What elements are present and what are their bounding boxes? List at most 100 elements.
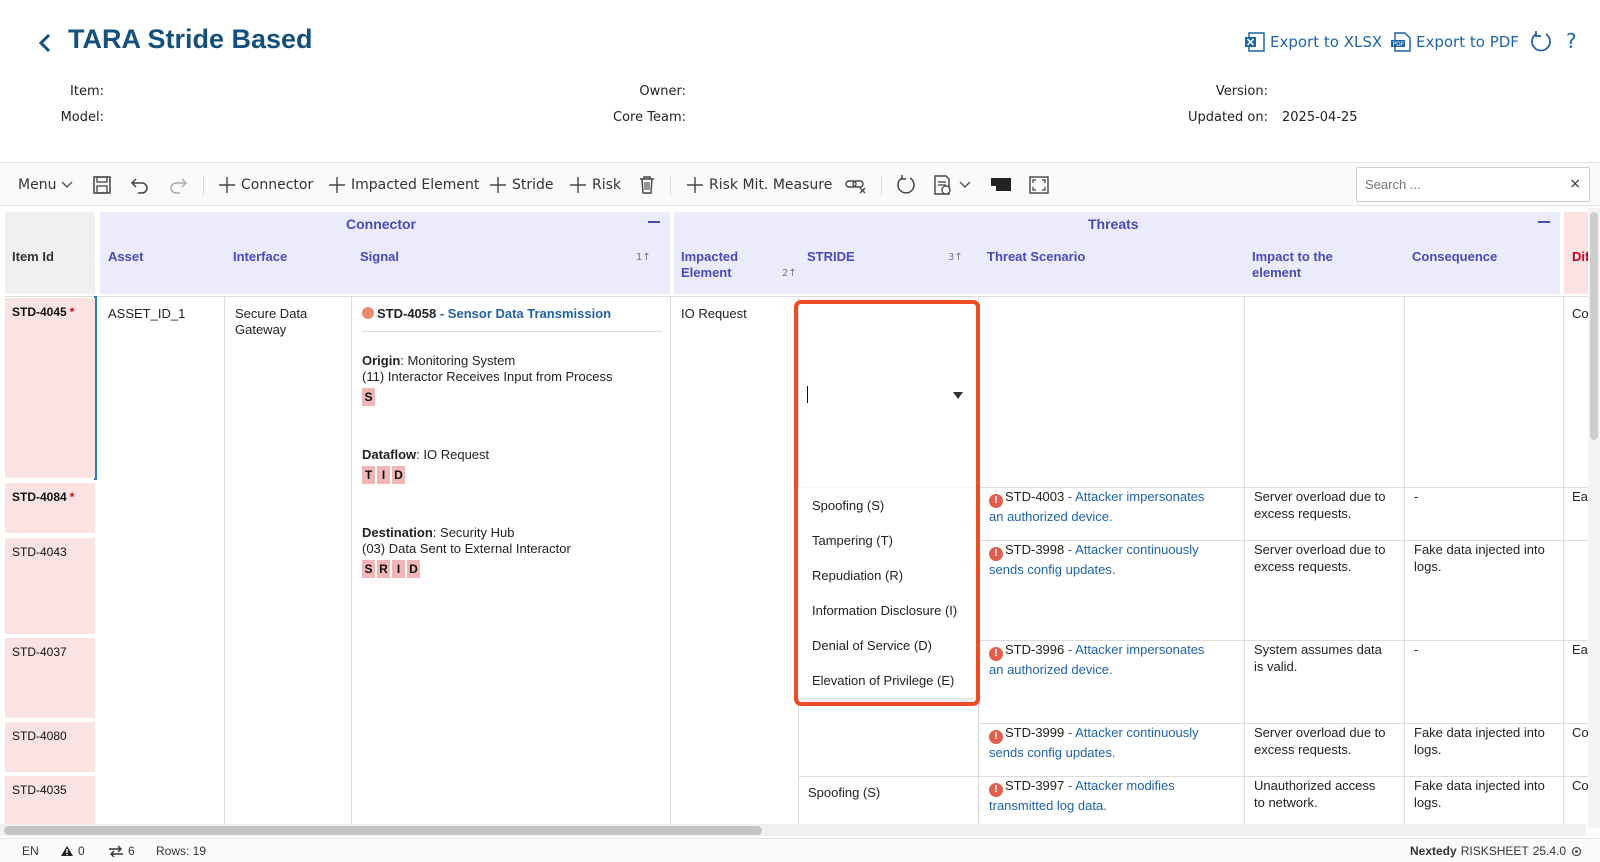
col-impact-line1[interactable]: Impact to the <box>1252 249 1333 264</box>
col-interface[interactable]: Interface <box>233 249 287 264</box>
col-asset[interactable]: Asset <box>108 249 143 264</box>
consequence-cell[interactable]: Fake data injected into logs. <box>1414 541 1545 575</box>
col-stride[interactable]: STRIDE <box>807 249 855 264</box>
signal-title[interactable]: STD-4058 - Sensor Data Transmission <box>362 305 611 322</box>
help-button[interactable]: ? <box>1566 29 1577 53</box>
links-indicator[interactable]: 6 <box>108 844 135 858</box>
stride-sort-indicator[interactable]: 3↑ <box>948 252 963 263</box>
item-id-cell[interactable]: STD-4080 <box>5 722 95 772</box>
consequence-cell[interactable]: - <box>1414 641 1418 658</box>
threat-scenario-cell[interactable]: ! STD-4003 - Attacker impersonates an auth… <box>989 488 1243 525</box>
asset-cell[interactable]: ASSET_ID_1 <box>108 305 185 322</box>
impact-cell[interactable]: Server overload due to excess requests. <box>1254 541 1386 575</box>
col-impacted-element-line1[interactable]: Impacted <box>681 249 738 264</box>
connector-collapse-button[interactable] <box>648 221 660 223</box>
col-signal[interactable]: Signal <box>360 249 399 264</box>
horizontal-scrollbar[interactable] <box>0 824 1586 836</box>
col-impact-line2[interactable]: element <box>1252 265 1301 280</box>
add-impacted-element-label: Impacted Element <box>351 177 480 193</box>
vertical-scrollbar[interactable] <box>1588 208 1600 828</box>
impact-cell[interactable]: System assumes data is valid. <box>1254 641 1382 675</box>
unlink-button[interactable] <box>845 163 867 207</box>
col-item-id[interactable]: Item Id <box>12 249 54 264</box>
add-stride-button[interactable]: Stride <box>489 163 554 207</box>
stride-cell[interactable]: Spoofing (S) <box>808 776 880 801</box>
item-id-cell[interactable]: STD-4084 * <box>5 483 95 533</box>
threat-scenario-cell[interactable]: ! STD-3999 - Attacker continuously sends c… <box>989 724 1243 761</box>
version-label: Version: <box>1215 84 1268 99</box>
save-button[interactable] <box>92 163 112 207</box>
impact-cell[interactable]: Server overload due to excess requests. <box>1254 724 1386 758</box>
threat-scenario-cell[interactable]: ! STD-3996 - Attacker impersonates an auth… <box>989 641 1243 678</box>
item-id-cell[interactable]: STD-4043 <box>5 538 95 634</box>
interface-line1[interactable]: Secure Data <box>235 305 307 322</box>
undo-button[interactable] <box>130 163 150 207</box>
fullscreen-button[interactable] <box>1028 163 1050 207</box>
add-risk-label: Risk <box>592 177 622 193</box>
col-divider <box>1563 296 1564 826</box>
back-button[interactable] <box>34 28 58 58</box>
document-review-icon <box>934 175 951 195</box>
search-input[interactable] <box>1357 168 1557 201</box>
item-id-cell[interactable]: STD-4035 <box>5 776 95 826</box>
signal-sort-indicator[interactable]: 1↑ <box>636 252 651 263</box>
threat-scenario-cell[interactable]: ! STD-3998 - Attacker continuously sends c… <box>989 541 1243 578</box>
col-threat-scenario[interactable]: Threat Scenario <box>987 249 1085 264</box>
col-consequence[interactable]: Consequence <box>1412 249 1497 264</box>
add-stride-label: Stride <box>512 177 554 193</box>
help-icon: ? <box>1566 29 1577 53</box>
add-risk-mit-measure-button[interactable]: Risk Mit. Measure <box>686 163 832 207</box>
swap-icon <box>109 845 123 857</box>
close-icon[interactable]: × <box>1569 176 1581 192</box>
add-connector-button[interactable]: Connector <box>218 163 313 207</box>
impact-cell[interactable]: Server overload due to excess requests. <box>1254 488 1386 522</box>
export-xlsx-button[interactable]: Export to XLSX <box>1244 31 1382 53</box>
comment-icon <box>991 178 1011 191</box>
refresh-button[interactable] <box>1528 29 1554 55</box>
difficulty-cell[interactable]: Co <box>1572 305 1589 322</box>
export-pdf-button[interactable]: PDF Export to PDF <box>1390 31 1519 53</box>
difficulty-cell[interactable]: Co <box>1572 724 1589 741</box>
interface-line2[interactable]: Gateway <box>235 321 286 338</box>
delete-button[interactable] <box>638 163 656 207</box>
consequence-cell[interactable]: - <box>1414 488 1418 505</box>
add-impacted-element-button[interactable]: Impacted Element <box>328 163 479 207</box>
threats-group-title: Threats <box>1088 216 1139 232</box>
horizontal-scroll-thumb[interactable] <box>4 826 762 835</box>
col-difficulty[interactable]: Dif <box>1572 249 1589 264</box>
threat-icon: ! <box>989 494 1003 508</box>
difficulty-cell[interactable]: Co <box>1572 777 1589 794</box>
review-dropdown-button[interactable] <box>932 163 971 207</box>
product-name: RISKSHEET <box>1460 844 1529 858</box>
consequence-cell[interactable]: Fake data injected into logs. <box>1414 777 1545 811</box>
impact-cell[interactable]: Unauthorized access to network. <box>1254 777 1375 811</box>
reload-button[interactable] <box>895 163 917 207</box>
add-risk-button[interactable]: Risk <box>569 163 621 207</box>
threat-scenario-cell[interactable]: ! STD-3997 - Attacker modifies transmitted… <box>989 777 1243 814</box>
refresh-icon <box>1531 31 1551 52</box>
warnings-indicator[interactable]: 0 <box>60 844 85 858</box>
item-id-cell[interactable]: STD-4037 <box>5 638 95 718</box>
menu-label: Menu <box>18 177 57 193</box>
vertical-scroll-thumb[interactable] <box>1590 212 1598 440</box>
impacted-sort-indicator[interactable]: 2↑ <box>782 268 797 279</box>
stride-badge: S <box>362 388 375 406</box>
search-box: × <box>1356 167 1590 202</box>
stride-badge: I <box>377 466 390 484</box>
destination-text: Destination: Security Hub <box>362 525 515 540</box>
menu-button[interactable]: Menu <box>18 163 73 207</box>
header-divider <box>5 296 1589 297</box>
product-info: Nextedy RISKSHEET 25.4.0 <box>1410 844 1583 858</box>
page-header: TARA Stride Based Export to XLSX PDF Exp… <box>0 0 1600 160</box>
redo-button[interactable] <box>168 163 188 207</box>
comments-button[interactable] <box>990 163 1012 207</box>
language-indicator[interactable]: EN <box>22 844 39 858</box>
stride-badge: D <box>407 560 420 578</box>
impacted-element-cell[interactable]: IO Request <box>681 305 747 322</box>
consequence-cell[interactable]: Fake data injected into logs. <box>1414 724 1545 758</box>
chevron-left-icon <box>38 33 51 53</box>
item-id-cell[interactable]: STD-4045 * <box>5 298 95 478</box>
col-impacted-element-line2[interactable]: Element <box>681 265 732 280</box>
origin-detail: (11) Interactor Receives Input from Proc… <box>362 369 613 384</box>
threats-collapse-button[interactable] <box>1538 221 1550 223</box>
